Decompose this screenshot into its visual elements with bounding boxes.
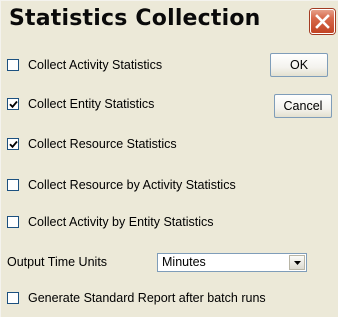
time-units-label: Output Time Units [7, 255, 108, 269]
option-label: Collect Resource by Activity Statistics [28, 178, 236, 192]
option-label: Collect Resource Statistics [28, 137, 177, 151]
option-label: Collect Entity Statistics [28, 97, 155, 111]
time-units-value: Minutes [162, 255, 206, 269]
close-icon [315, 14, 330, 29]
checkbox[interactable] [7, 292, 19, 304]
checkbox[interactable] [7, 98, 19, 110]
option-label: Collect Activity Statistics [28, 58, 163, 72]
option-collect-resource-by-activity-statistics[interactable]: Collect Resource by Activity Statistics [7, 177, 236, 193]
option-label: Collect Activity by Entity Statistics [28, 215, 214, 229]
checkmark-icon [9, 100, 18, 109]
chevron-down-icon [294, 261, 301, 265]
statistics-collection-dialog: Statistics Collection Collect Activity S… [0, 0, 338, 317]
checkbox[interactable] [7, 216, 19, 228]
option-generate-standard-report[interactable]: Generate Standard Report after batch run… [7, 290, 266, 306]
checkbox[interactable] [7, 59, 19, 71]
close-button[interactable] [310, 9, 335, 34]
option-collect-activity-by-entity-statistics[interactable]: Collect Activity by Entity Statistics [7, 214, 213, 230]
ok-button[interactable]: OK [270, 53, 328, 77]
dialog-title: Statistics Collection [9, 6, 261, 31]
option-collect-resource-statistics[interactable]: Collect Resource Statistics [7, 136, 177, 152]
time-units-select[interactable]: Minutes [157, 253, 307, 272]
checkmark-icon [9, 140, 18, 149]
title-bar: Statistics Collection [1, 1, 338, 43]
option-collect-activity-statistics[interactable]: Collect Activity Statistics [7, 57, 162, 73]
dropdown-button[interactable] [289, 255, 305, 270]
cancel-button[interactable]: Cancel [274, 94, 332, 118]
checkbox[interactable] [7, 138, 19, 150]
option-label: Generate Standard Report after batch run… [28, 291, 266, 305]
checkbox[interactable] [7, 179, 19, 191]
option-collect-entity-statistics[interactable]: Collect Entity Statistics [7, 96, 154, 112]
